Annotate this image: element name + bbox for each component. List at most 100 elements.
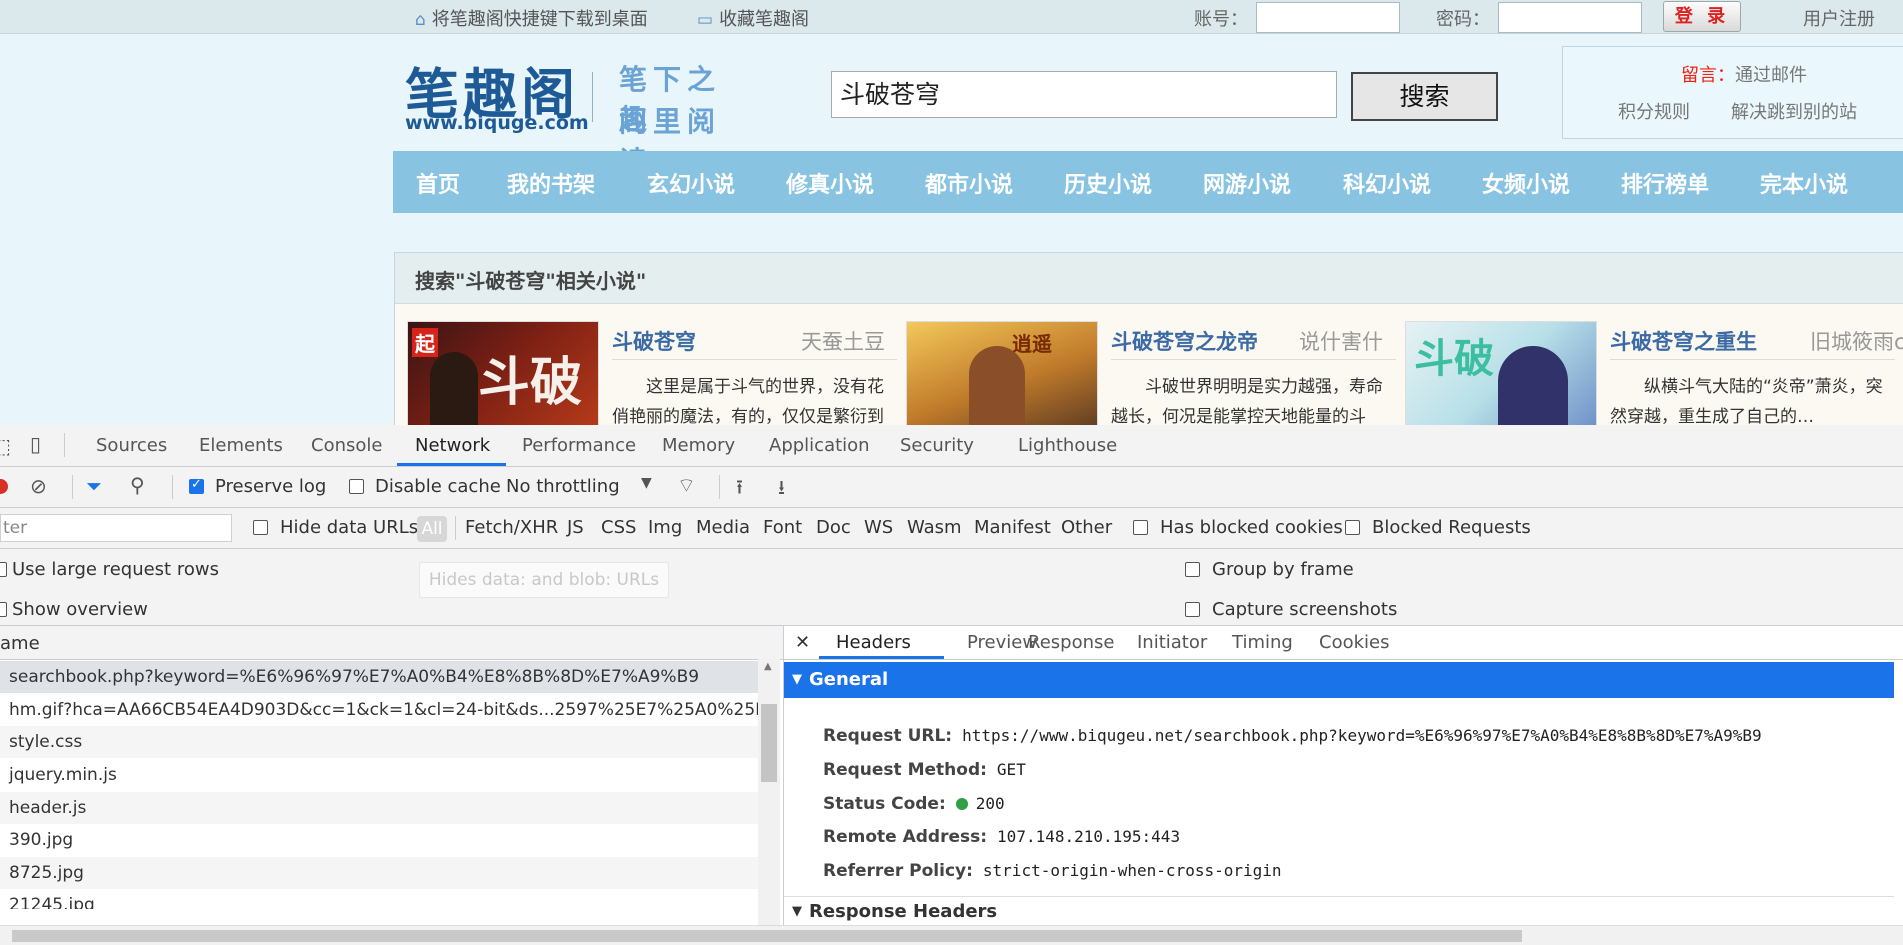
divider: [72, 475, 73, 499]
tab-application[interactable]: Application: [769, 435, 870, 456]
blocked-requests-checkbox[interactable]: [1345, 520, 1360, 535]
scroll-up-icon[interactable]: ▲: [764, 661, 772, 672]
request-row[interactable]: 390.jpg: [0, 824, 758, 856]
book-cover[interactable]: 起 斗破苍: [407, 321, 599, 425]
scrollbar-thumb[interactable]: [761, 704, 777, 782]
capture-screenshots-checkbox[interactable]: [1185, 602, 1200, 617]
nav-item[interactable]: 首页: [416, 167, 460, 199]
login-button[interactable]: 登 录: [1663, 1, 1741, 32]
device-toolbar-icon[interactable]: ▯: [30, 432, 41, 456]
tab-performance[interactable]: Performance: [522, 435, 636, 456]
network-conditions-icon[interactable]: ⌔: [677, 473, 696, 498]
type-filter-doc[interactable]: Doc: [816, 517, 851, 538]
export-har-icon[interactable]: ⭳: [778, 473, 785, 507]
hide-data-urls-checkbox[interactable]: [253, 520, 268, 535]
book-title[interactable]: 斗破苍穹之重生: [1610, 326, 1757, 356]
nav-item[interactable]: 我的书架: [507, 167, 595, 199]
book-author[interactable]: 旧城筱雨c: [1810, 326, 1903, 356]
response-headers-section[interactable]: ▼ Response Headers: [784, 896, 1894, 926]
tab-headers[interactable]: Headers: [836, 632, 911, 653]
book-title[interactable]: 斗破苍穹: [612, 326, 696, 356]
shortcut-link[interactable]: ⌂ 将笔趣阁快捷键下载到桌面: [415, 5, 648, 31]
site-search-input[interactable]: 斗破苍穹: [831, 71, 1337, 118]
preserve-log-checkbox[interactable]: [189, 477, 204, 494]
tab-memory[interactable]: Memory: [662, 435, 735, 456]
type-filter-other[interactable]: Other: [1061, 517, 1112, 538]
type-filter-css[interactable]: CSS: [601, 517, 636, 538]
tab-elements[interactable]: Elements: [199, 435, 283, 456]
favorite-link[interactable]: ▭ 收藏笔趣阁: [697, 5, 809, 31]
name-column-header[interactable]: ame: [0, 633, 40, 654]
tab-lighthouse[interactable]: Lighthouse: [1018, 435, 1117, 456]
chevron-down-icon[interactable]: ▼: [641, 475, 652, 491]
nav-item[interactable]: 科幻小说: [1343, 167, 1431, 199]
redirect-fix-link[interactable]: 解决跳到别的站: [1731, 98, 1857, 124]
request-list-scrollbar[interactable]: ▲: [758, 659, 780, 926]
general-section-header[interactable]: ▼ General: [784, 662, 1894, 698]
folder-icon: ▭: [697, 10, 714, 30]
book-author[interactable]: 天蚕土豆: [801, 326, 885, 356]
type-filter-wasm[interactable]: Wasm: [907, 517, 962, 538]
tab-console[interactable]: Console: [311, 435, 382, 456]
record-icon[interactable]: [0, 479, 8, 494]
nav-item[interactable]: 历史小说: [1064, 167, 1152, 199]
group-by-frame-checkbox[interactable]: [1185, 562, 1200, 577]
site-logo[interactable]: 笔趣阁 www.biquge.com 笔下之趣 阁里阅读: [405, 50, 750, 178]
tab-timing[interactable]: Timing: [1232, 632, 1293, 653]
show-overview-checkbox[interactable]: [0, 602, 7, 617]
type-filter-fetch-xhr[interactable]: Fetch/XHR: [465, 517, 558, 538]
nav-item[interactable]: 玄幻小说: [647, 167, 735, 199]
nav-item[interactable]: 女频小说: [1482, 167, 1570, 199]
tab-response[interactable]: Response: [1028, 632, 1114, 653]
tab-network[interactable]: Network: [415, 435, 490, 456]
tab-initiator[interactable]: Initiator: [1137, 632, 1207, 653]
request-row[interactable]: hm.gif?hca=AA66CB54EA4D903D&cc=1&ck=1&cl…: [0, 694, 758, 726]
points-rules-link[interactable]: 积分规则: [1618, 98, 1690, 124]
book-author[interactable]: 说什害什: [1299, 326, 1383, 356]
nav-item[interactable]: 修真小说: [786, 167, 874, 199]
type-filter-img[interactable]: Img: [648, 517, 682, 538]
divider: [612, 359, 897, 360]
large-rows-checkbox[interactable]: [0, 562, 7, 577]
request-row[interactable]: 21245.jpg: [0, 889, 758, 909]
book-cover[interactable]: 斗破: [1405, 321, 1597, 425]
request-row[interactable]: searchbook.php?keyword=%E6%96%97%E7%A0%B…: [0, 661, 758, 693]
book-title[interactable]: 斗破苍穹之龙帝: [1111, 326, 1258, 356]
disable-cache-checkbox[interactable]: [349, 479, 364, 494]
password-input[interactable]: [1498, 2, 1642, 33]
tab-security[interactable]: Security: [900, 435, 974, 456]
search-icon[interactable]: ⚲: [130, 473, 145, 497]
request-row[interactable]: 8725.jpg: [0, 857, 758, 889]
nav-item[interactable]: 排行榜单: [1621, 167, 1709, 199]
tab-preview[interactable]: Preview: [967, 632, 1037, 653]
scrollbar-thumb[interactable]: [12, 930, 1522, 942]
type-filter-all[interactable]: All: [417, 516, 447, 542]
request-row[interactable]: header.js: [0, 792, 758, 824]
register-link[interactable]: 用户注册: [1803, 5, 1875, 31]
type-filter-js[interactable]: JS: [567, 517, 584, 538]
tab-cookies[interactable]: Cookies: [1319, 632, 1389, 653]
nav-item[interactable]: 网游小说: [1203, 167, 1291, 199]
site-search-button[interactable]: 搜索: [1351, 72, 1498, 121]
request-row[interactable]: style.css: [0, 726, 758, 758]
type-filter-ws[interactable]: WS: [864, 517, 893, 538]
request-row[interactable]: jquery.min.js: [0, 759, 758, 791]
throttling-select[interactable]: No throttling: [506, 476, 620, 497]
tab-sources[interactable]: Sources: [96, 435, 167, 456]
close-icon[interactable]: ✕: [795, 632, 810, 653]
has-blocked-cookies-checkbox[interactable]: [1133, 520, 1148, 535]
clear-icon[interactable]: ⊘: [30, 474, 47, 498]
status-ok-icon: [955, 798, 968, 810]
inspect-icon[interactable]: ⬚: [0, 434, 11, 458]
import-har-icon[interactable]: ⭱: [736, 473, 743, 507]
account-input[interactable]: [1256, 2, 1400, 33]
nav-item[interactable]: 都市小说: [925, 167, 1013, 199]
type-filter-font[interactable]: Font: [763, 517, 802, 538]
type-filter-manifest[interactable]: Manifest: [974, 517, 1051, 538]
horizontal-scrollbar[interactable]: [0, 925, 1903, 945]
filter-icon[interactable]: ⏷: [86, 474, 102, 498]
type-filter-media[interactable]: Media: [696, 517, 750, 538]
book-cover[interactable]: 逍遥: [906, 321, 1098, 425]
filter-input[interactable]: ter: [0, 514, 232, 542]
nav-item[interactable]: 完本小说: [1760, 167, 1848, 199]
